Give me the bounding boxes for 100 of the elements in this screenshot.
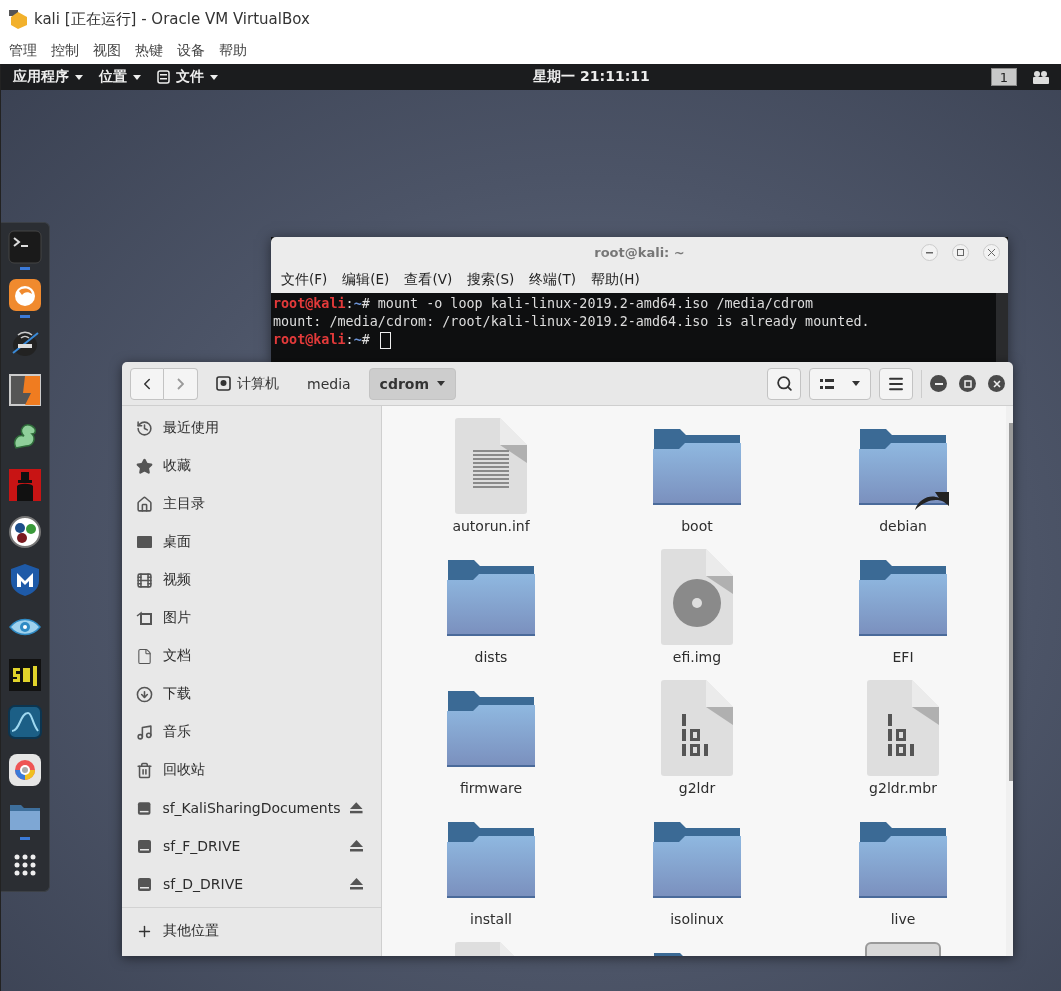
document-icon [157, 70, 170, 84]
search-button[interactable] [767, 367, 801, 400]
shield-icon[interactable] [8, 562, 42, 597]
clock[interactable]: 星期一 21:11:11 [232, 68, 951, 86]
search-icon [775, 375, 793, 392]
view-options-button[interactable] [809, 367, 871, 400]
sidebar-item[interactable]: 桌面 [163, 533, 363, 551]
close-button[interactable] [983, 244, 1000, 261]
maximize-button[interactable] [959, 375, 976, 392]
eject-icon[interactable] [350, 840, 363, 852]
file-name[interactable]: live [890, 911, 916, 927]
drive-icon [216, 376, 231, 391]
close-button[interactable] [988, 375, 1005, 392]
sidebar-item[interactable]: 图片 [163, 609, 363, 627]
sidebar-item[interactable]: 文档 [163, 647, 363, 665]
drive-icon [136, 875, 153, 893]
history-icon [136, 419, 153, 437]
path-button[interactable]: cdrom [368, 367, 457, 400]
bolt-icon[interactable] [8, 372, 42, 407]
file-name[interactable]: g2ldr.mbr [869, 780, 937, 796]
trash-icon [136, 761, 153, 779]
file-name[interactable]: g2ldr [678, 780, 716, 796]
sidebar-item[interactable]: 回收站 [163, 761, 363, 779]
desktop-icon [136, 533, 153, 551]
ring-icon[interactable] [8, 752, 42, 787]
menu-item[interactable]: 帮助 [219, 42, 247, 60]
top-bar-menu[interactable]: 文件 [155, 68, 232, 86]
minimize-button[interactable] [921, 244, 938, 261]
terminal-icon[interactable] [8, 230, 42, 264]
sidebar-item[interactable]: 视频 [163, 571, 363, 589]
fin-icon[interactable] [8, 705, 42, 739]
hat-figure-icon[interactable] [8, 467, 42, 502]
folder-icon [859, 427, 947, 505]
film-icon [136, 571, 153, 589]
close-icon [988, 249, 995, 256]
sidebar-item[interactable]: sf_KaliSharingDocuments [162, 800, 341, 816]
menu-item[interactable]: 设备 [177, 42, 205, 60]
top-bar-menu[interactable]: 位置 [97, 68, 155, 86]
eject-icon[interactable] [350, 802, 363, 814]
terminal-line: mount: /media/cdrom: /root/kali-linux-2019.2-amd64.iso is already mounted. [273, 313, 870, 331]
star-icon [136, 457, 153, 475]
sidebar-item[interactable]: sf_F_DRIVE [163, 838, 340, 854]
caret-icon [75, 74, 83, 80]
file-name[interactable]: boot [681, 518, 713, 534]
file-name[interactable]: dists [474, 649, 508, 665]
file-name[interactable]: debian [879, 518, 927, 534]
home-icon [136, 495, 153, 513]
list-view-icon [820, 377, 834, 390]
sidebar-item[interactable]: 其他位置 [163, 922, 363, 940]
file-name[interactable]: firmware [459, 780, 523, 796]
file-name[interactable]: install [470, 911, 512, 927]
dots-icon[interactable] [8, 515, 42, 549]
maximize-icon [957, 249, 964, 256]
maximize-icon [963, 379, 972, 388]
drive-icon [136, 837, 153, 855]
caret-icon [133, 74, 141, 80]
sidebar-item[interactable]: 下载 [163, 685, 363, 703]
menu-item[interactable]: 终端(T) [529, 271, 577, 289]
top-bar-menu[interactable]: 应用程序 [11, 68, 97, 86]
menu-item[interactable]: 编辑(E) [342, 271, 390, 289]
menu-item[interactable]: 管理 [9, 42, 37, 60]
menu-item[interactable]: 热键 [135, 42, 163, 60]
document-icon [136, 647, 153, 665]
menu-item[interactable]: 帮助(H) [591, 271, 640, 289]
scrollbar[interactable] [996, 293, 1008, 362]
window-title: kali [正在运行] - Oracle VM VirtualBox [34, 9, 310, 29]
minimize-icon [926, 251, 933, 254]
sidebar-item[interactable]: 音乐 [163, 723, 363, 741]
menu-item[interactable]: 搜索(S) [467, 271, 515, 289]
workspace-indicator[interactable]: 1 [991, 68, 1017, 86]
terminal-line: root@kali:~# mount -o loop kali-linux-2019.2-amd64.iso /media/cdrom [273, 295, 814, 313]
cube-icon [8, 9, 28, 29]
path-button[interactable]: 计算机 [206, 367, 289, 400]
sidebar-item[interactable]: sf_D_DRIVE [163, 876, 340, 892]
menu-item[interactable]: 查看(V) [404, 271, 453, 289]
menu-item[interactable]: 视图 [93, 42, 121, 60]
menu-button[interactable] [879, 367, 913, 400]
path-button[interactable]: media [297, 367, 361, 400]
eject-icon[interactable] [350, 878, 363, 890]
sidebar-item[interactable]: 收藏 [163, 457, 363, 475]
menu-item[interactable]: 控制 [51, 42, 79, 60]
minimize-button[interactable] [930, 375, 947, 392]
picture-icon [136, 609, 153, 627]
file-name[interactable]: isolinux [670, 911, 724, 927]
menu-item[interactable]: 文件(F) [281, 271, 328, 289]
caret-icon [210, 74, 218, 80]
file-name[interactable]: efi.img [672, 649, 722, 665]
caret-icon [852, 381, 860, 386]
caret-icon [437, 381, 446, 386]
forward-icon [177, 377, 184, 390]
download-icon [136, 685, 153, 703]
maximize-button[interactable] [952, 244, 969, 261]
pixel-icon[interactable] [8, 657, 42, 692]
sidebar-item[interactable]: 主目录 [163, 495, 363, 513]
file-name[interactable]: EFI [892, 649, 914, 665]
file-name[interactable]: autorun.inf [452, 518, 530, 534]
close-icon [992, 379, 1001, 388]
window-title: root@kali: ~ [594, 244, 685, 260]
fox-icon[interactable] [8, 277, 42, 312]
sidebar-item[interactable]: 最近使用 [163, 419, 363, 437]
